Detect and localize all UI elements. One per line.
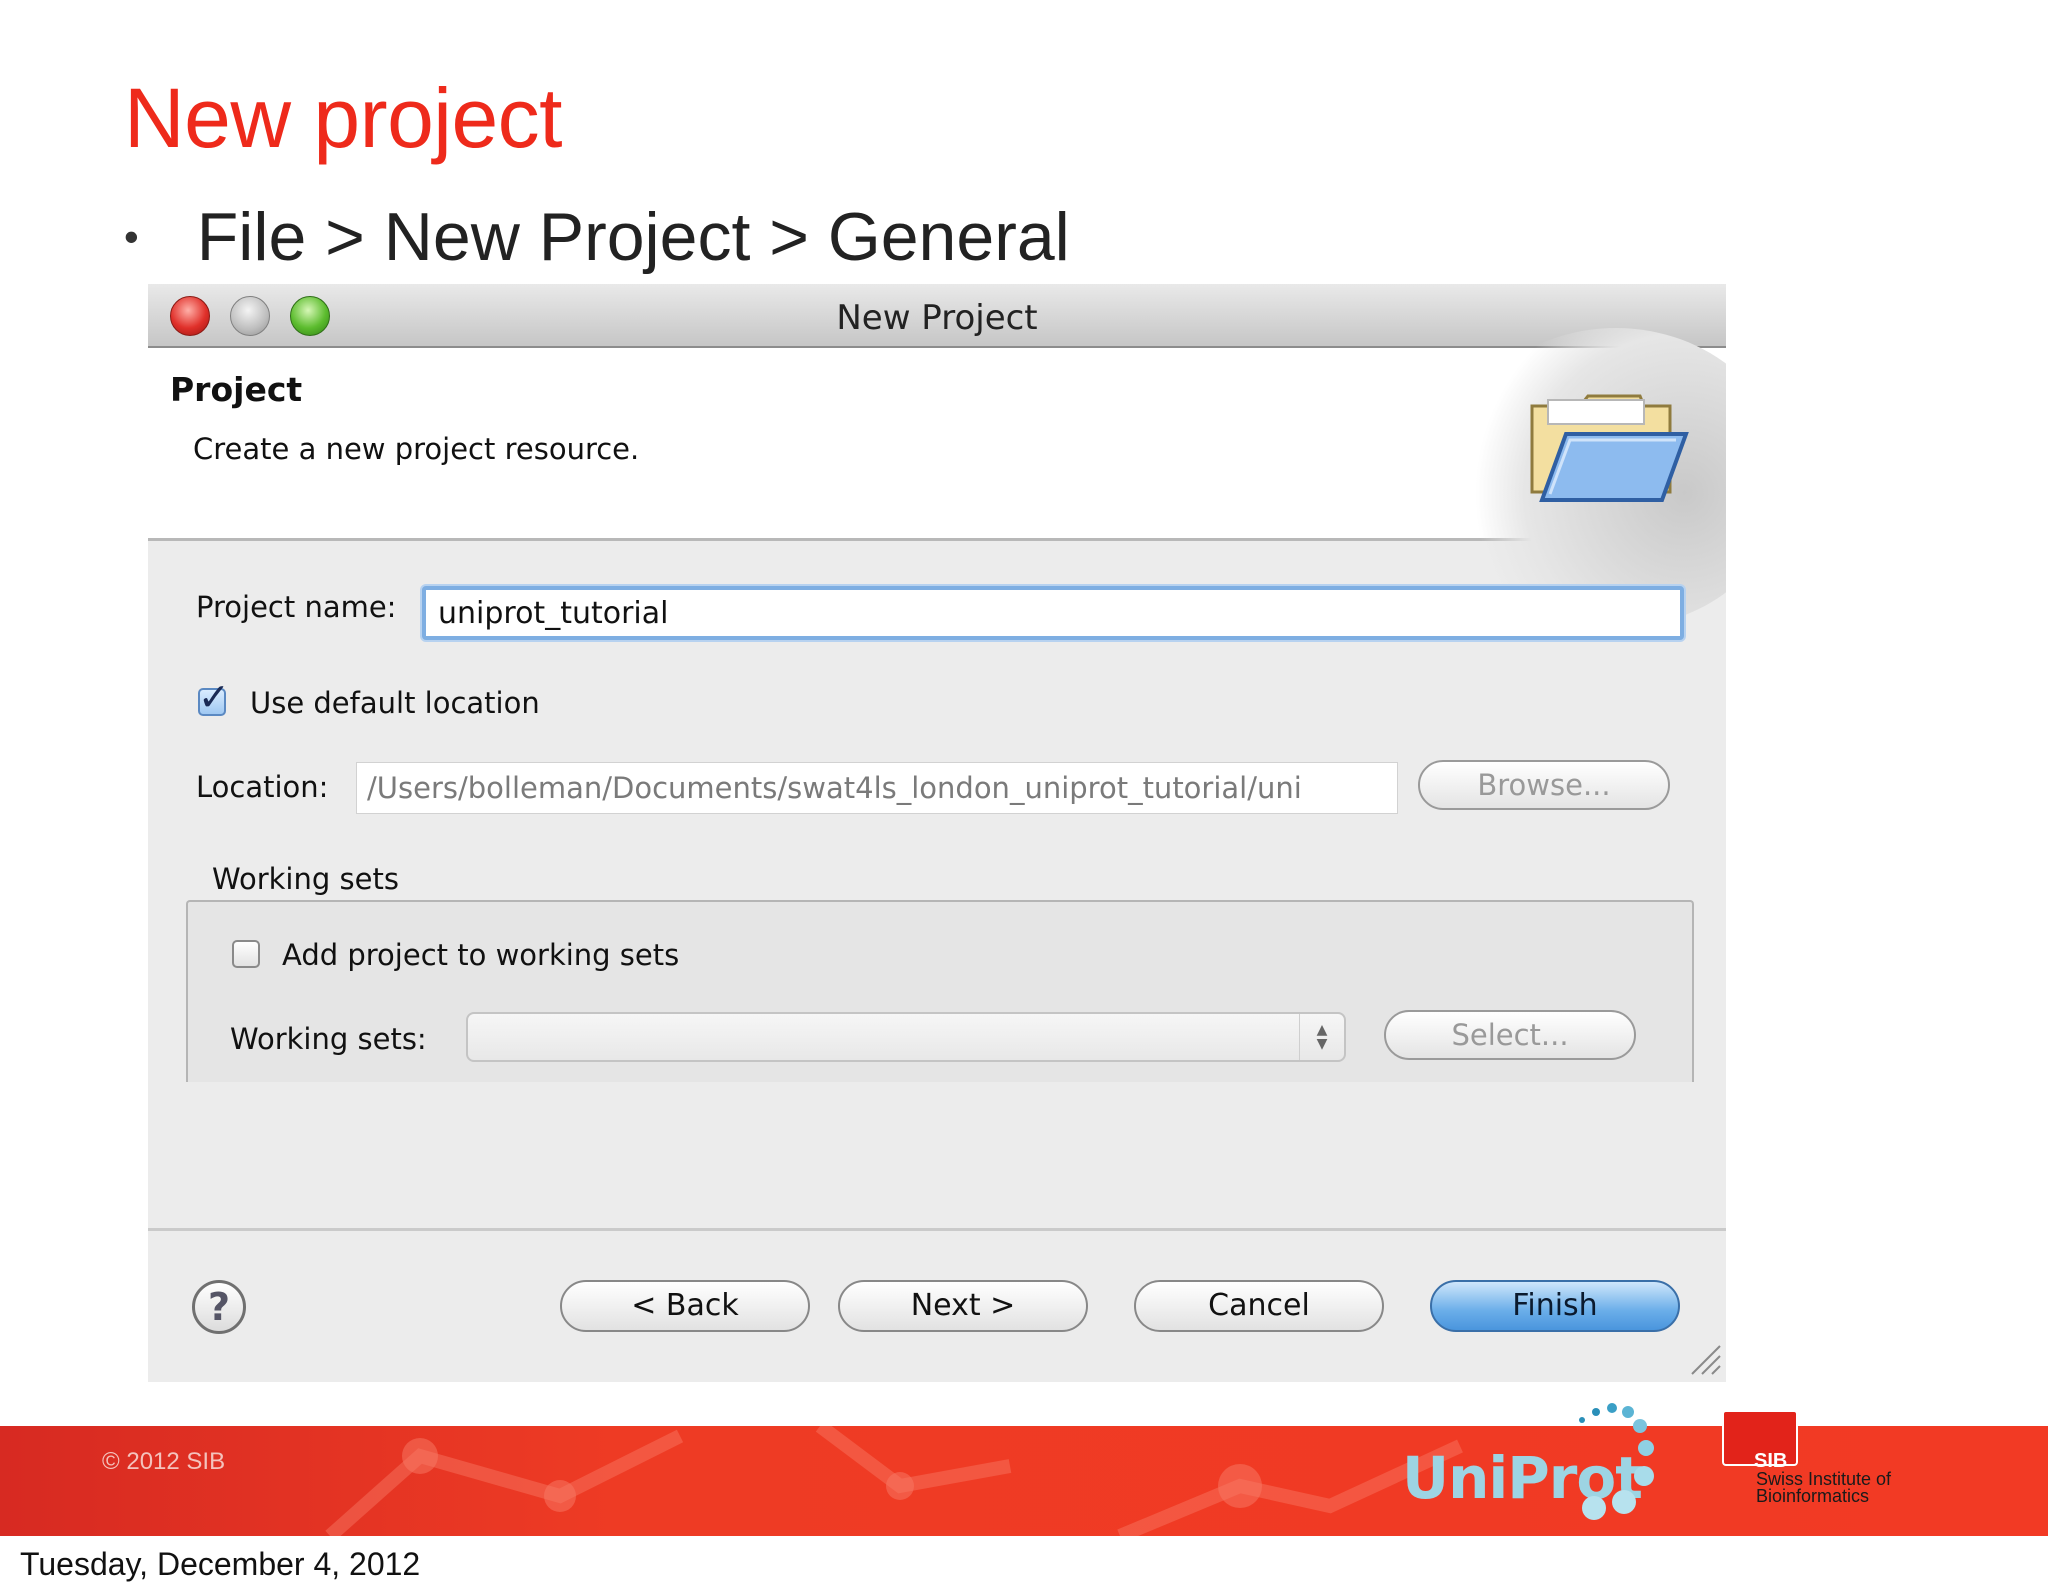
cancel-button[interactable]: Cancel — [1134, 1280, 1384, 1332]
bullet-item: • File > New Project > General — [124, 198, 1070, 276]
checkmark-icon: ✓ — [198, 675, 230, 719]
resize-grip-icon[interactable] — [1688, 1342, 1722, 1376]
location-label: Location: — [196, 770, 329, 804]
project-name-label: Project name: — [196, 590, 397, 624]
next-button[interactable]: Next > — [838, 1280, 1088, 1332]
wizard-header: Project Create a new project resource. — [148, 328, 1726, 628]
copyright-text: © 2012 SIB — [102, 1448, 226, 1475]
uniprot-logo-dots-icon — [1579, 1403, 1654, 1520]
select-working-sets-button[interactable]: Select... — [1384, 1010, 1636, 1060]
add-to-working-sets-label: Add project to working sets — [282, 938, 680, 972]
bullet-dot-icon: • — [124, 213, 139, 260]
slide-date: Tuesday, December 4, 2012 — [20, 1546, 421, 1582]
working-sets-combo[interactable]: ▲ ▼ — [466, 1012, 1346, 1062]
wizard-page-title: Project — [170, 370, 303, 409]
combo-stepper-icon[interactable]: ▲ ▼ — [1299, 1014, 1344, 1060]
add-to-working-sets-checkbox[interactable] — [232, 940, 260, 968]
back-button[interactable]: < Back — [560, 1280, 810, 1332]
working-sets-group-title: Working sets — [212, 862, 399, 896]
wizard-page-description: Create a new project resource. — [193, 432, 640, 466]
location-field[interactable]: /Users/bolleman/Documents/swat4ls_london… — [356, 762, 1398, 814]
finish-button[interactable]: Finish — [1430, 1280, 1680, 1332]
window-title: New Project — [836, 298, 1038, 338]
working-sets-combo-label: Working sets: — [230, 1022, 427, 1056]
folder-icon — [1530, 394, 1689, 502]
button-bar-separator — [148, 1228, 1726, 1231]
project-name-input[interactable] — [422, 586, 1684, 640]
use-default-location-checkbox[interactable]: ✓ — [198, 678, 230, 716]
title-bar[interactable]: New Project — [148, 284, 1726, 348]
slide-title: New project — [124, 71, 563, 165]
browse-button[interactable]: Browse... — [1418, 760, 1670, 810]
bullet-text: File > New Project > General — [196, 199, 1070, 275]
new-project-dialog: New Project Project Create a new project… — [148, 284, 1726, 1382]
sib-name-line2: Bioinformatics — [1756, 1486, 1870, 1506]
use-default-location-label: Use default location — [250, 686, 540, 720]
help-icon[interactable]: ? — [192, 1280, 246, 1334]
